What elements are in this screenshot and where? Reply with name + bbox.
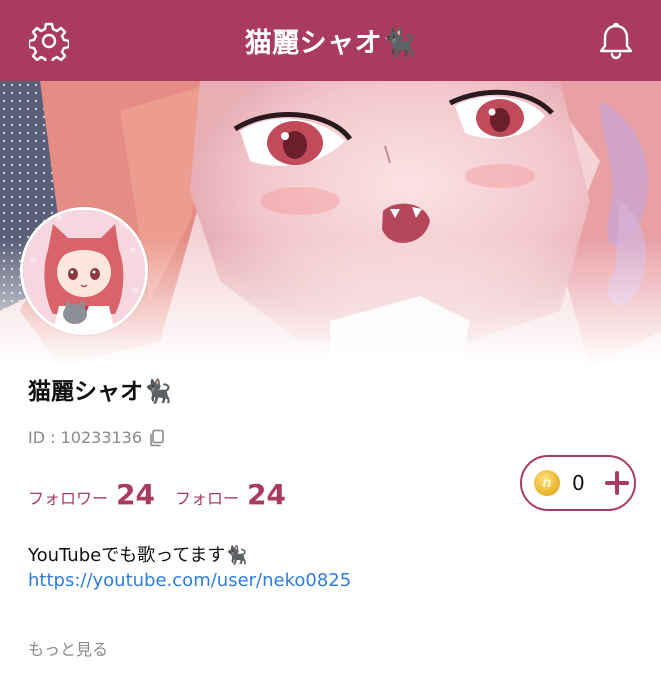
- avatar-image: [23, 210, 145, 332]
- plus-icon: [604, 471, 629, 495]
- notifications-button[interactable]: [595, 20, 637, 62]
- page-title: 猫麗シャオ🐈‍⬛: [244, 28, 417, 59]
- coin-add-button[interactable]: n 0: [520, 455, 636, 511]
- coin-icon: n: [534, 470, 560, 496]
- bio-text: YouTubeでも歌ってます🐈‍⬛: [28, 545, 248, 566]
- app-header: 猫麗シャオ🐈‍⬛: [0, 0, 661, 81]
- following-count[interactable]: 24: [247, 478, 286, 511]
- followers-label[interactable]: フォロワー: [28, 485, 108, 509]
- follow-stats: フォロワー 24 フォロー 24: [28, 478, 298, 511]
- profile-bio: YouTubeでも歌ってます🐈‍⬛ https://youtube.com/us…: [28, 543, 351, 593]
- copy-icon[interactable]: [148, 429, 166, 447]
- show-more-button[interactable]: もっと見る: [28, 636, 108, 660]
- followers-count[interactable]: 24: [116, 478, 155, 511]
- profile-name: 猫麗シャオ🐈‍⬛: [28, 379, 172, 405]
- avatar[interactable]: [20, 207, 148, 335]
- user-id-row: ID : 10233136: [28, 428, 166, 447]
- gear-icon: [29, 22, 69, 61]
- settings-button[interactable]: [28, 20, 70, 62]
- user-id-text: ID : 10233136: [28, 428, 143, 447]
- following-label[interactable]: フォロー: [175, 485, 239, 509]
- bio-link[interactable]: https://youtube.com/user/neko0825: [28, 570, 351, 591]
- coin-count: 0: [572, 471, 585, 495]
- bell-icon: [599, 22, 633, 60]
